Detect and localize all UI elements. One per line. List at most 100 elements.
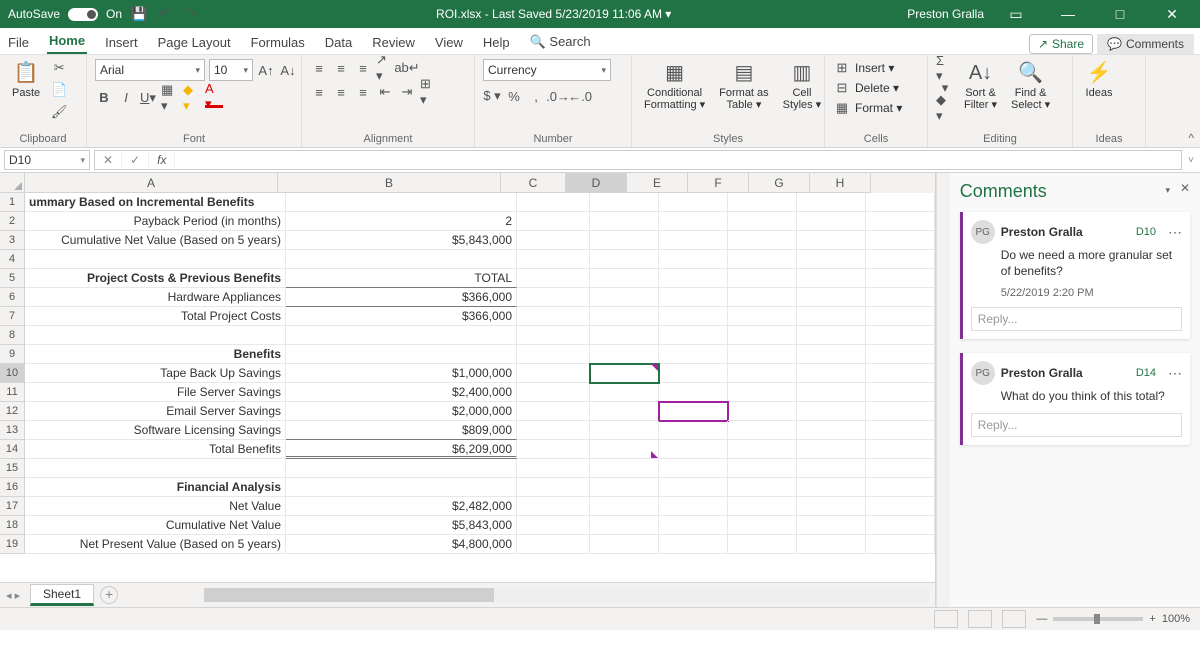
add-sheet-button[interactable]: + <box>100 586 118 604</box>
cell-D10[interactable] <box>590 364 659 383</box>
align-middle-icon[interactable]: ≡ <box>332 59 350 77</box>
row-header[interactable]: 6 <box>0 288 25 307</box>
tab-insert[interactable]: Insert <box>103 31 140 54</box>
cell-E2[interactable] <box>659 212 728 231</box>
cells-format-button[interactable]: ▦Format ▾ <box>833 99 902 117</box>
cell-D3[interactable] <box>590 231 659 250</box>
row-header[interactable]: 3 <box>0 231 25 250</box>
cell-F19[interactable] <box>728 535 797 554</box>
sort-filter-button[interactable]: A↓Sort & Filter ▾ <box>960 59 1001 113</box>
cell-C8[interactable] <box>517 326 590 345</box>
autosave-toggle[interactable] <box>68 8 98 21</box>
row-header[interactable]: 19 <box>0 535 25 554</box>
cell-G17[interactable] <box>797 497 866 516</box>
comment-thread[interactable]: PGPreston GrallaD14⋯What do you think of… <box>960 353 1190 445</box>
cell-C18[interactable] <box>517 516 590 535</box>
tab-page-layout[interactable]: Page Layout <box>156 31 233 54</box>
cell-E11[interactable] <box>659 383 728 402</box>
cell-styles-button[interactable]: ▥Cell Styles ▾ <box>779 59 826 113</box>
sheet-tab-active[interactable]: Sheet1 <box>30 584 94 606</box>
col-header-H[interactable]: H <box>810 173 871 193</box>
cell-D16[interactable] <box>590 478 659 497</box>
cell-B11[interactable]: $2,400,000 <box>286 383 517 402</box>
cell-E19[interactable] <box>659 535 728 554</box>
cell-C15[interactable] <box>517 459 590 478</box>
cell-D9[interactable] <box>590 345 659 364</box>
cell-F17[interactable] <box>728 497 797 516</box>
cancel-fx-icon[interactable]: ✕ <box>95 153 122 167</box>
comma-icon[interactable]: , <box>527 87 545 105</box>
cell-E10[interactable] <box>659 364 728 383</box>
col-header-A[interactable]: A <box>25 173 278 193</box>
cell-G8[interactable] <box>797 326 866 345</box>
cell-A13[interactable]: Software Licensing Savings <box>25 421 286 440</box>
share-button[interactable]: ↗ Share <box>1029 34 1093 54</box>
cell-C3[interactable] <box>517 231 590 250</box>
cell-D6[interactable] <box>590 288 659 307</box>
cell-E14[interactable] <box>659 440 728 459</box>
col-header-B[interactable]: B <box>278 173 501 193</box>
cell-E18[interactable] <box>659 516 728 535</box>
cell-F8[interactable] <box>728 326 797 345</box>
border-button[interactable]: ▦ ▾ <box>161 89 179 107</box>
cut-icon[interactable]: ✂ <box>50 59 68 77</box>
horizontal-scrollbar[interactable] <box>204 588 929 602</box>
cell-D13[interactable] <box>590 421 659 440</box>
cell-H15[interactable] <box>866 459 935 478</box>
cell-B9[interactable] <box>286 345 517 364</box>
decrease-font-icon[interactable]: A↓ <box>279 61 297 79</box>
cell-E7[interactable] <box>659 307 728 326</box>
redo-icon[interactable]: ↷ <box>182 5 200 23</box>
row-header[interactable]: 15 <box>0 459 25 478</box>
cell-D18[interactable] <box>590 516 659 535</box>
align-right-icon[interactable]: ≡ <box>354 83 372 101</box>
row-header[interactable]: 4 <box>0 250 25 269</box>
cell-C6[interactable] <box>517 288 590 307</box>
cell-A15[interactable] <box>25 459 286 478</box>
number-format-select[interactable]: Currency▾ <box>483 59 611 81</box>
bold-button[interactable]: B <box>95 89 113 107</box>
cell-D5[interactable] <box>590 269 659 288</box>
row-header[interactable]: 2 <box>0 212 25 231</box>
cell-B13[interactable]: $809,000 <box>286 421 517 440</box>
save-icon[interactable]: 💾 <box>130 5 148 23</box>
cell-C4[interactable] <box>517 250 590 269</box>
row-header[interactable]: 5 <box>0 269 25 288</box>
maximize-button[interactable]: □ <box>1100 6 1140 22</box>
font-name-select[interactable]: Arial▾ <box>95 59 205 81</box>
ribbon-options-icon[interactable]: ▭ <box>996 6 1036 23</box>
align-left-icon[interactable]: ≡ <box>310 83 328 101</box>
cell-G16[interactable] <box>797 478 866 497</box>
cell-A12[interactable]: Email Server Savings <box>25 402 286 421</box>
grid-body[interactable]: 1ummary Based on Incremental Benefits2Pa… <box>0 193 935 582</box>
cell-A17[interactable]: Net Value <box>25 497 286 516</box>
cell-D17[interactable] <box>590 497 659 516</box>
cell-B6[interactable]: $366,000 <box>286 288 517 307</box>
cell-G9[interactable] <box>797 345 866 364</box>
font-color-button[interactable]: A ▾ <box>205 87 223 108</box>
cell-D7[interactable] <box>590 307 659 326</box>
decrease-indent-icon[interactable]: ⇤ <box>376 83 394 101</box>
tab-formulas[interactable]: Formulas <box>249 31 307 54</box>
cell-G1[interactable] <box>797 193 866 212</box>
cell-F11[interactable] <box>728 383 797 402</box>
cell-B18[interactable]: $5,843,000 <box>286 516 517 535</box>
reply-input[interactable]: Reply... <box>971 413 1182 437</box>
conditional-formatting-button[interactable]: ▦Conditional Formatting ▾ <box>640 59 709 113</box>
cell-H16[interactable] <box>866 478 935 497</box>
cell-D8[interactable] <box>590 326 659 345</box>
cell-A9[interactable]: Benefits <box>25 345 286 364</box>
select-all-corner[interactable] <box>0 173 25 193</box>
cell-D1[interactable] <box>590 193 659 212</box>
cell-H4[interactable] <box>866 250 935 269</box>
cell-A19[interactable]: Net Present Value (Based on 5 years) <box>25 535 286 554</box>
cell-G4[interactable] <box>797 250 866 269</box>
cell-C10[interactable] <box>517 364 590 383</box>
cell-H7[interactable] <box>866 307 935 326</box>
cell-G5[interactable] <box>797 269 866 288</box>
comments-button[interactable]: 💬 Comments <box>1097 34 1194 54</box>
cell-A11[interactable]: File Server Savings <box>25 383 286 402</box>
col-header-D[interactable]: D <box>566 173 627 193</box>
cell-C19[interactable] <box>517 535 590 554</box>
row-header[interactable]: 14 <box>0 440 25 459</box>
